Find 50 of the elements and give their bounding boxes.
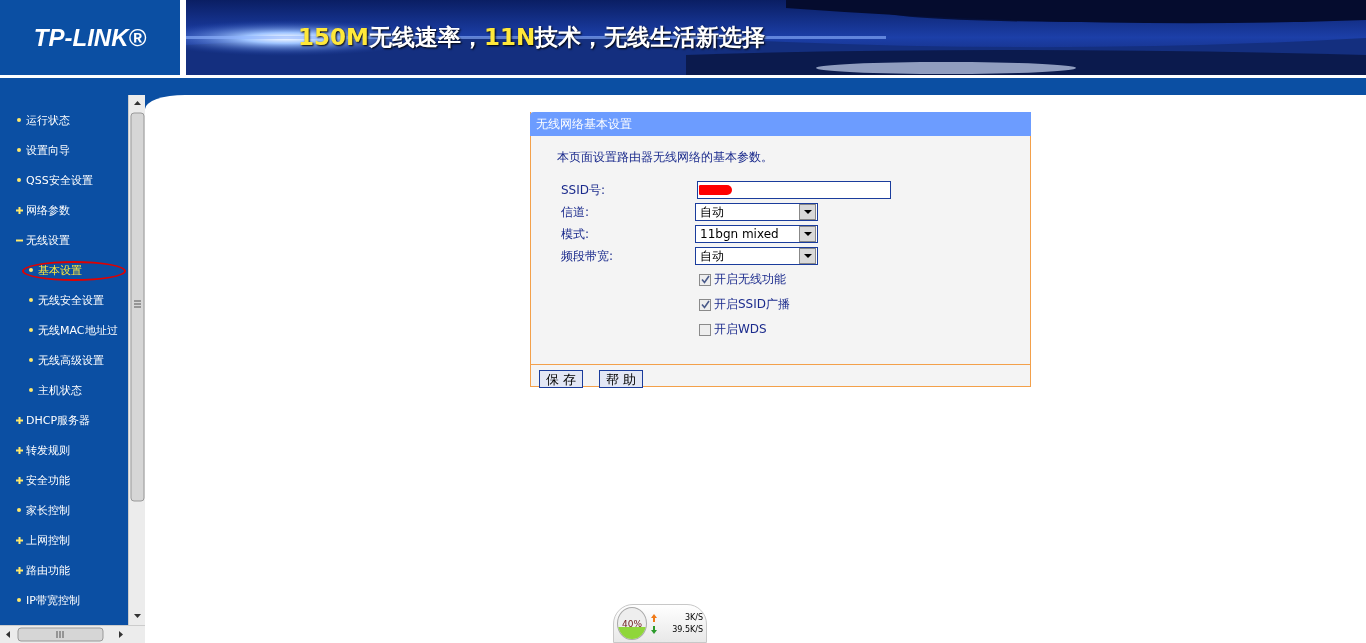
- menu-item[interactable]: 安全功能: [26, 472, 70, 488]
- banner-slogan: 150M无线速率，11N技术，无线生活新选择: [298, 23, 766, 52]
- plus-icon: [14, 206, 24, 214]
- plus-icon: [14, 476, 24, 484]
- download-speed: 39.5K/S: [672, 625, 703, 634]
- panel-title: 无线网络基本设置: [530, 112, 1031, 136]
- menu-item[interactable]: 家长控制: [26, 502, 70, 518]
- menu-item[interactable]: 设置向导: [26, 142, 70, 158]
- dropdown[interactable]: 自动: [695, 247, 818, 265]
- menu-item[interactable]: 无线安全设置: [38, 292, 104, 308]
- menu-item[interactable]: DHCP服务器: [26, 412, 91, 428]
- menu-item[interactable]: 路由功能: [26, 562, 70, 578]
- menu-item[interactable]: 上网控制: [26, 532, 70, 548]
- field-label: 模式:: [561, 225, 591, 243]
- upload-speed: 3K/S: [684, 613, 703, 622]
- menu-item[interactable]: 转发规则: [26, 442, 70, 458]
- menu-item[interactable]: QSS安全设置: [26, 172, 93, 188]
- menu-item[interactable]: 主机状态: [38, 382, 82, 398]
- menu-item[interactable]: 网络参数: [26, 202, 70, 218]
- tp-link-logo: TP-LINK®: [0, 0, 180, 75]
- dropdown[interactable]: 11bgn mixed: [695, 225, 818, 243]
- download-arrow-icon: [651, 625, 657, 634]
- plus-icon: [14, 446, 24, 454]
- menu-item[interactable]: 无线MAC地址过: [38, 322, 118, 338]
- checkbox-label: 开启WDS: [714, 321, 767, 338]
- menu-item[interactable]: 基本设置: [38, 262, 82, 278]
- checkbox[interactable]: [699, 298, 711, 311]
- field-label: 信道:: [561, 203, 591, 221]
- horizontal-scrollbar[interactable]: [0, 625, 145, 643]
- plus-icon: [14, 416, 24, 424]
- panel-button[interactable]: 帮 助: [599, 370, 644, 388]
- panel-button[interactable]: 保 存: [539, 370, 584, 388]
- field-label: SSID号:: [561, 181, 607, 199]
- menu-item[interactable]: 无线高级设置: [38, 352, 104, 368]
- menu-item[interactable]: IP带宽控制: [26, 592, 80, 608]
- plus-icon: [14, 536, 24, 544]
- description-text: 本页面设置路由器无线网络的基本参数。: [557, 149, 773, 166]
- checkbox[interactable]: [699, 323, 711, 336]
- upload-arrow-icon: [651, 613, 657, 622]
- checkbox[interactable]: [699, 273, 711, 286]
- checkbox-label: 开启无线功能: [714, 271, 786, 288]
- gauge-percent: 40%: [622, 618, 642, 629]
- checkbox-label: 开启SSID广播: [714, 296, 790, 313]
- vertical-scrollbar[interactable]: [128, 95, 145, 625]
- input-field[interactable]: [697, 181, 891, 199]
- plus-icon: [14, 566, 24, 574]
- field-label: 频段带宽:: [561, 247, 615, 265]
- dropdown[interactable]: 自动: [695, 203, 818, 221]
- menu-item[interactable]: 运行状态: [26, 112, 70, 128]
- menu-item[interactable]: 无线设置: [26, 232, 70, 248]
